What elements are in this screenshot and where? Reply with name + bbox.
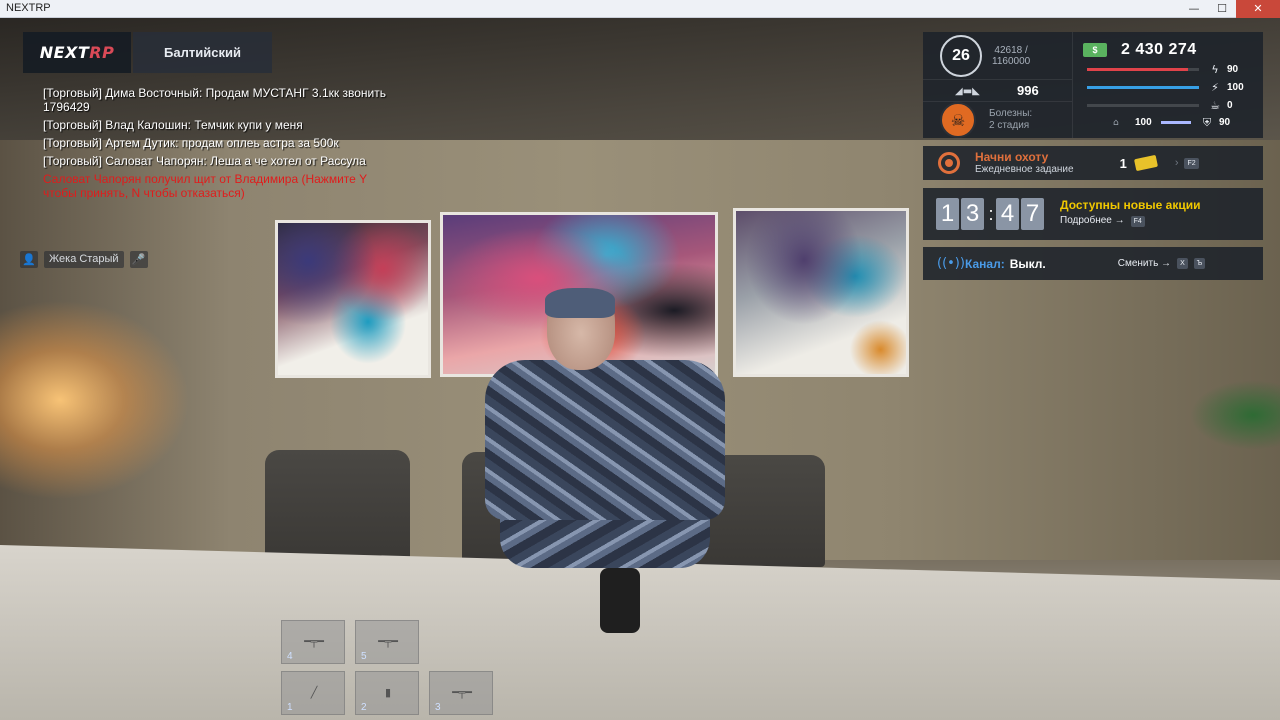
key-hint: F4 <box>1130 215 1145 227</box>
baton-icon: ╱ <box>310 686 318 699</box>
money-row: $ 2 430 274 <box>1083 40 1253 60</box>
shield-icon: ⛨ <box>1202 115 1212 129</box>
microphone-icon: 🎤 <box>129 251 148 268</box>
target-icon <box>938 152 960 174</box>
channel-change-button[interactable]: Сменить → X Ъ <box>1118 258 1206 269</box>
voice-channel-panel[interactable]: ((•)) Канал: Выкл. Сменить → X Ъ <box>923 247 1263 280</box>
channel-label: Канал: <box>965 256 1005 271</box>
voice-speaker: Жека Старый <box>44 251 124 268</box>
plant <box>1190 380 1280 450</box>
key-hint: F2 <box>1184 157 1199 169</box>
window-controls: — ☐ ✕ <box>1180 0 1280 18</box>
stamina-value: 100 <box>1135 117 1152 128</box>
stamina-icon: ⌂ <box>1113 117 1119 128</box>
health-bar: ϟ 90 <box>1083 61 1253 78</box>
brand-bar: NEXT RP Балтийский <box>23 32 272 73</box>
chat-message: [Торговый] Влад Калошин: Темчик купи у м… <box>43 118 303 132</box>
cup-icon: ☕ <box>1210 99 1220 112</box>
level-badge: 26 <box>940 34 982 77</box>
hotbar-slot-2[interactable]: ▮ 2 <box>355 671 419 715</box>
radio-icon: ((•)) <box>937 256 965 271</box>
rifle-icon: ━╤━ <box>378 635 398 648</box>
promo-panel[interactable]: 1 3 : 4 7 Доступны новые акции Подробнее… <box>923 188 1263 240</box>
hotbar-slot-4[interactable]: ━╤━ 4 <box>281 620 345 664</box>
quest-reward-count: 1 <box>1119 155 1127 171</box>
rifle-icon: ━╤━ <box>452 686 472 699</box>
painting-right <box>733 208 909 377</box>
chat-message: [Торговый] Саловат Чапорян: Леша а че хо… <box>43 154 366 168</box>
daily-quest-panel[interactable]: Начни охоту Ежедневное задание 1 › F2 <box>923 146 1263 180</box>
cup-icon: ▮ <box>384 686 392 699</box>
maximize-button[interactable]: ☐ <box>1208 0 1236 18</box>
minimize-button[interactable]: — <box>1180 0 1208 18</box>
window-titlebar: NEXTRP — ☐ ✕ <box>0 0 1280 18</box>
hunger-bar: ☕ 0 <box>1083 97 1253 114</box>
chair <box>265 450 410 565</box>
heartbeat-icon: ϟ <box>1211 63 1219 76</box>
chat-message: [Торговый] Артем Дутик: продам оплеь аст… <box>43 136 339 150</box>
cash-icon: $ <box>1083 43 1107 57</box>
server-name: Балтийский <box>133 32 272 73</box>
channel-value: Выкл. <box>1009 256 1046 271</box>
close-button[interactable]: ✕ <box>1236 0 1280 18</box>
reputation-value: 996 <box>1017 83 1039 98</box>
quest-subtitle: Ежедневное задание <box>975 163 1074 175</box>
promo-more-link[interactable]: Подробнее → F4 <box>1060 212 1201 230</box>
key-hint: X <box>1177 258 1188 269</box>
painting-left <box>275 220 431 378</box>
nextrp-logo: NEXT RP <box>23 32 131 73</box>
chat-message: [Торговый] Дима Восточный: Продам МУСТАН… <box>43 86 386 114</box>
promo-title: Доступны новые акции <box>1060 198 1201 212</box>
hotbar-slot-5[interactable]: ━╤━ 5 <box>355 620 419 664</box>
wings-icon: ◢▬◣ <box>955 85 980 97</box>
rifle-icon: ━╤━ <box>304 635 324 648</box>
skull-icon: ☠ <box>940 102 976 138</box>
hotbar-slot-3[interactable]: ━╤━ 3 <box>429 671 493 715</box>
experience-counter: 42618 / 1160000 <box>992 44 1031 67</box>
person-icon: 👤 <box>20 251 38 268</box>
hotbar-slot-1[interactable]: ╱ 1 <box>281 671 345 715</box>
key-hint: Ъ <box>1193 258 1206 269</box>
player-stats-panel: 26 42618 / 1160000 ◢▬◣ 996 ☠ Болезны: 2 … <box>923 32 1263 138</box>
armor-value: 90 <box>1219 117 1231 128</box>
stamina-armor-row: ⌂ 100 ⛨ 90 <box>1083 114 1253 131</box>
ticket-icon <box>1133 154 1158 172</box>
chevron-right-icon: › <box>1174 157 1179 169</box>
quest-title: Начни охоту <box>975 149 1049 164</box>
voice-indicator: 👤 Жека Старый 🎤 <box>20 251 148 268</box>
energy-bar: ⚡ 100 <box>1083 79 1253 96</box>
chat-system-message: Саловат Чапорян получил щит от Владимира… <box>43 172 367 200</box>
money-value: 2 430 274 <box>1121 41 1197 58</box>
disease-status: Болезны: 2 стадия <box>989 108 1033 131</box>
window-title: NEXTRP <box>6 2 51 14</box>
lightning-icon: ⚡ <box>1211 81 1219 94</box>
clock: 1 3 : 4 7 <box>936 198 1046 230</box>
chat-log: [Торговый] Дима Восточный: Продам МУСТАН… <box>43 86 388 204</box>
player-character <box>455 288 755 633</box>
